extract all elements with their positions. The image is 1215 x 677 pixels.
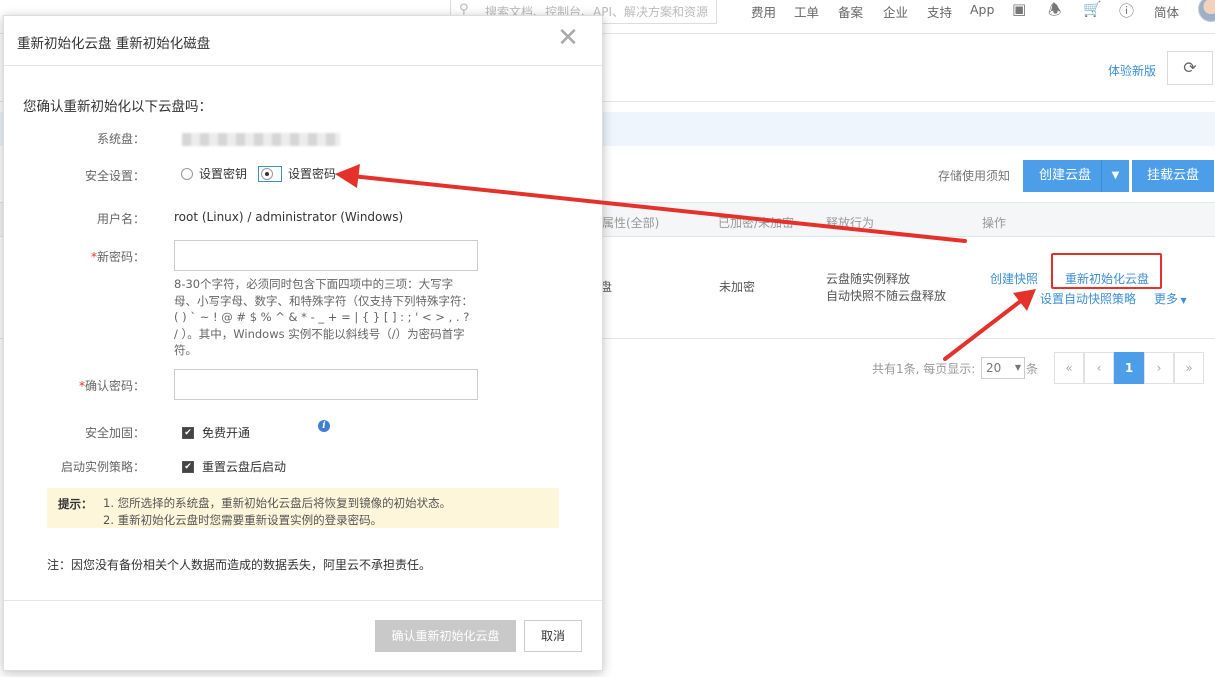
column-encryption: 已加密/未加密 [718,216,795,230]
nav-tickets[interactable]: 工单 [794,2,819,21]
tip-line-2: 2. 重新初始化云盘时您需要重新设置实例的登录密码。 [103,513,383,527]
tip-label: 提示： [58,497,93,511]
close-icon[interactable]: ✕ [556,24,580,52]
mount-disk-button[interactable]: 挂载云盘 [1132,160,1214,192]
nav-enterprise[interactable]: 企业 [883,2,908,21]
help-icon[interactable]: ⓘ [1119,0,1134,21]
security-harden-label: 安全加固： [84,426,145,440]
password-hint: 8-30个字符，必须同时包含下面四项中的三项：大写字母、小写字母、数字、和特殊字… [174,277,473,357]
pager-first[interactable]: « [1054,352,1084,384]
refresh-button[interactable]: ⟳ [1167,51,1213,85]
nav-icp[interactable]: 备案 [838,2,863,21]
pager-summary: 共有1条, 每页显示: [872,362,976,376]
cart-icon[interactable]: 🛒 [1083,0,1102,18]
create-disk-label: 创建云盘 [1039,168,1092,183]
nav-app[interactable]: App [970,2,994,17]
nav-support[interactable]: 支持 [927,2,952,21]
pager-next[interactable]: › [1144,352,1174,384]
system-disk-value-redacted [182,133,340,146]
start-policy-label: 启动实例策略： [60,460,145,474]
radio-password-label: 设置密码 [288,167,337,181]
terminal-icon[interactable]: ▣ [1012,0,1026,18]
encryption-status: 未加密 [719,280,756,294]
info-icon[interactable]: i [318,420,330,432]
more-label: 更多 [1154,292,1179,306]
storage-notice-link[interactable]: 存储使用须知 [938,167,1010,184]
pager-last[interactable]: » [1174,352,1204,384]
dialog-title: 重新初始化云盘 重新初始化磁盘 [17,36,211,52]
release-behavior-1: 云盘随实例释放 [826,272,911,286]
auto-snapshot-policy-link[interactable]: 设置自动快照策略 [1040,290,1136,307]
system-disk-label: 系统盘： [96,132,145,146]
release-behavior-2: 自动快照不随云盘释放 [826,289,947,303]
tip-line-1: 1. 您所选择的系统盘，重新初始化云盘后将恢复到镜像的初始状态。 [103,496,452,510]
confirm-reinit-button[interactable]: 确认重新初始化云盘 [375,620,516,652]
annotation-highlight-box [1051,253,1162,289]
security-harden-value: 免费开通 [202,426,251,440]
column-actions: 操作 [982,216,1007,230]
radio-set-password[interactable]: 设置密码 [258,165,336,182]
username-value: root (Linux) / administrator (Windows) [174,210,404,224]
radio-key-label: 设置密钥 [199,167,248,181]
radio-password-focus [258,165,282,182]
new-password-label-text: 新密码： [96,250,145,264]
security-harden-checkbox[interactable]: ✔ 免费开通 [182,424,250,441]
dialog-footer-divider [4,600,602,601]
try-new-version-link[interactable]: 体验新版 [1108,62,1156,79]
nav-billing[interactable]: 费用 [751,2,776,21]
confirm-password-label: *确认密码： [78,379,145,393]
caret-down-icon: ▼ [1178,296,1187,305]
language-switch[interactable]: 简体 [1154,2,1179,21]
dialog-header-divider [4,65,602,66]
chevron-down-icon[interactable]: ▼ [1101,160,1129,192]
pager-unit: 条 [1026,362,1039,376]
new-password-input[interactable] [174,240,478,271]
page-size-value: 20 [986,361,1002,375]
create-snapshot-link[interactable]: 创建快照 [990,270,1038,287]
checkbox-checked[interactable]: ✔ [182,460,194,473]
cancel-button[interactable]: 取消 [524,620,582,652]
page-size-select[interactable]: 20 ▼ [981,357,1025,379]
refresh-icon: ⟳ [1183,58,1197,77]
create-disk-button[interactable]: 创建云盘 ▼ [1023,160,1129,192]
disclaimer-note: 注：因您没有备份相关个人数据而造成的数据丢失，阿里云不承担责任。 [47,558,432,572]
confirm-password-input[interactable] [174,369,478,400]
radio-set-key[interactable]: 设置密钥 [181,165,247,182]
start-after-reset-checkbox[interactable]: ✔ 重置云盘后启动 [182,458,286,475]
new-password-label: *新密码： [90,250,145,264]
column-attribute[interactable]: 属性(全部) [602,214,659,231]
chevron-down-icon: ▼ [1014,363,1021,372]
bell-icon[interactable]: 🕭 [1048,0,1061,25]
more-actions-link[interactable]: 更多 ▼ [1154,290,1187,307]
avatar[interactable] [1198,0,1215,22]
pager-prev[interactable]: ‹ [1084,352,1114,384]
confirm-question: 您确认重新初始化以下云盘吗： [23,99,212,115]
confirm-password-label-text: 确认密码： [84,379,145,393]
username-label: 用户名： [96,212,145,226]
pager-page-1[interactable]: 1 [1114,352,1144,384]
reinit-disk-dialog: 重新初始化云盘 重新初始化磁盘 ✕ 您确认重新初始化以下云盘吗： 系统盘： 安全… [3,15,603,671]
security-setting-label: 安全设置： [84,169,145,183]
radio-key[interactable] [181,167,193,180]
start-policy-value: 重置云盘后启动 [202,460,287,474]
tip-box: 提示： 1. 您所选择的系统盘，重新初始化云盘后将恢复到镜像的初始状态。 2. … [47,488,559,528]
column-release: 释放行为 [826,216,875,230]
checkbox-checked[interactable]: ✔ [182,426,194,439]
radio-password[interactable] [261,167,273,180]
